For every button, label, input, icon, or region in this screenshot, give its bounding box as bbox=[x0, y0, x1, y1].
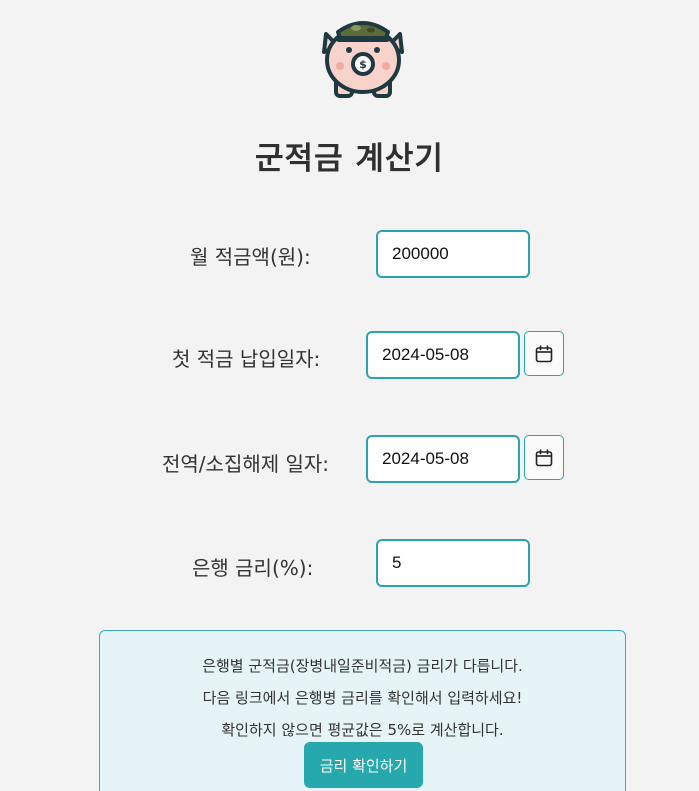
info-line-2: 다음 링크에서 은행병 금리를 확인해서 입력하세요! bbox=[202, 689, 523, 707]
bank-rate-input[interactable] bbox=[376, 539, 530, 587]
calculator-page: $ 군적금 계산기 월 적금액(원): 첫 적금 납입일자: 전역/소집해제 일… bbox=[0, 0, 699, 791]
check-rate-button[interactable]: 금리 확인하기 bbox=[304, 742, 423, 788]
info-line-3: 확인하지 않으면 평균값은 5%로 계산합니다. bbox=[221, 721, 504, 739]
svg-text:$: $ bbox=[359, 58, 367, 71]
discharge-date-label: 전역/소집해제 일자: bbox=[162, 452, 330, 476]
bank-rate-label: 은행 금리(%): bbox=[192, 556, 314, 580]
first-deposit-date-label: 첫 적금 납입일자: bbox=[172, 347, 321, 371]
page-title: 군적금 계산기 bbox=[255, 141, 444, 177]
monthly-amount-label: 월 적금액(원): bbox=[190, 245, 311, 269]
info-line-1: 은행별 군적금(장병내일준비적금) 금리가 다릅니다. bbox=[202, 657, 523, 675]
first-deposit-calendar-button[interactable] bbox=[524, 331, 564, 376]
calendar-icon bbox=[535, 448, 553, 466]
piggy-bank-icon: $ bbox=[316, 8, 410, 102]
discharge-date-input[interactable] bbox=[366, 435, 520, 483]
monthly-amount-input[interactable] bbox=[376, 230, 530, 278]
calendar-icon bbox=[535, 344, 553, 362]
discharge-calendar-button[interactable] bbox=[524, 435, 564, 480]
first-deposit-date-input[interactable] bbox=[366, 331, 520, 379]
rate-info-box: 은행별 군적금(장병내일준비적금) 금리가 다릅니다. 다음 링크에서 은행병 … bbox=[99, 630, 626, 791]
